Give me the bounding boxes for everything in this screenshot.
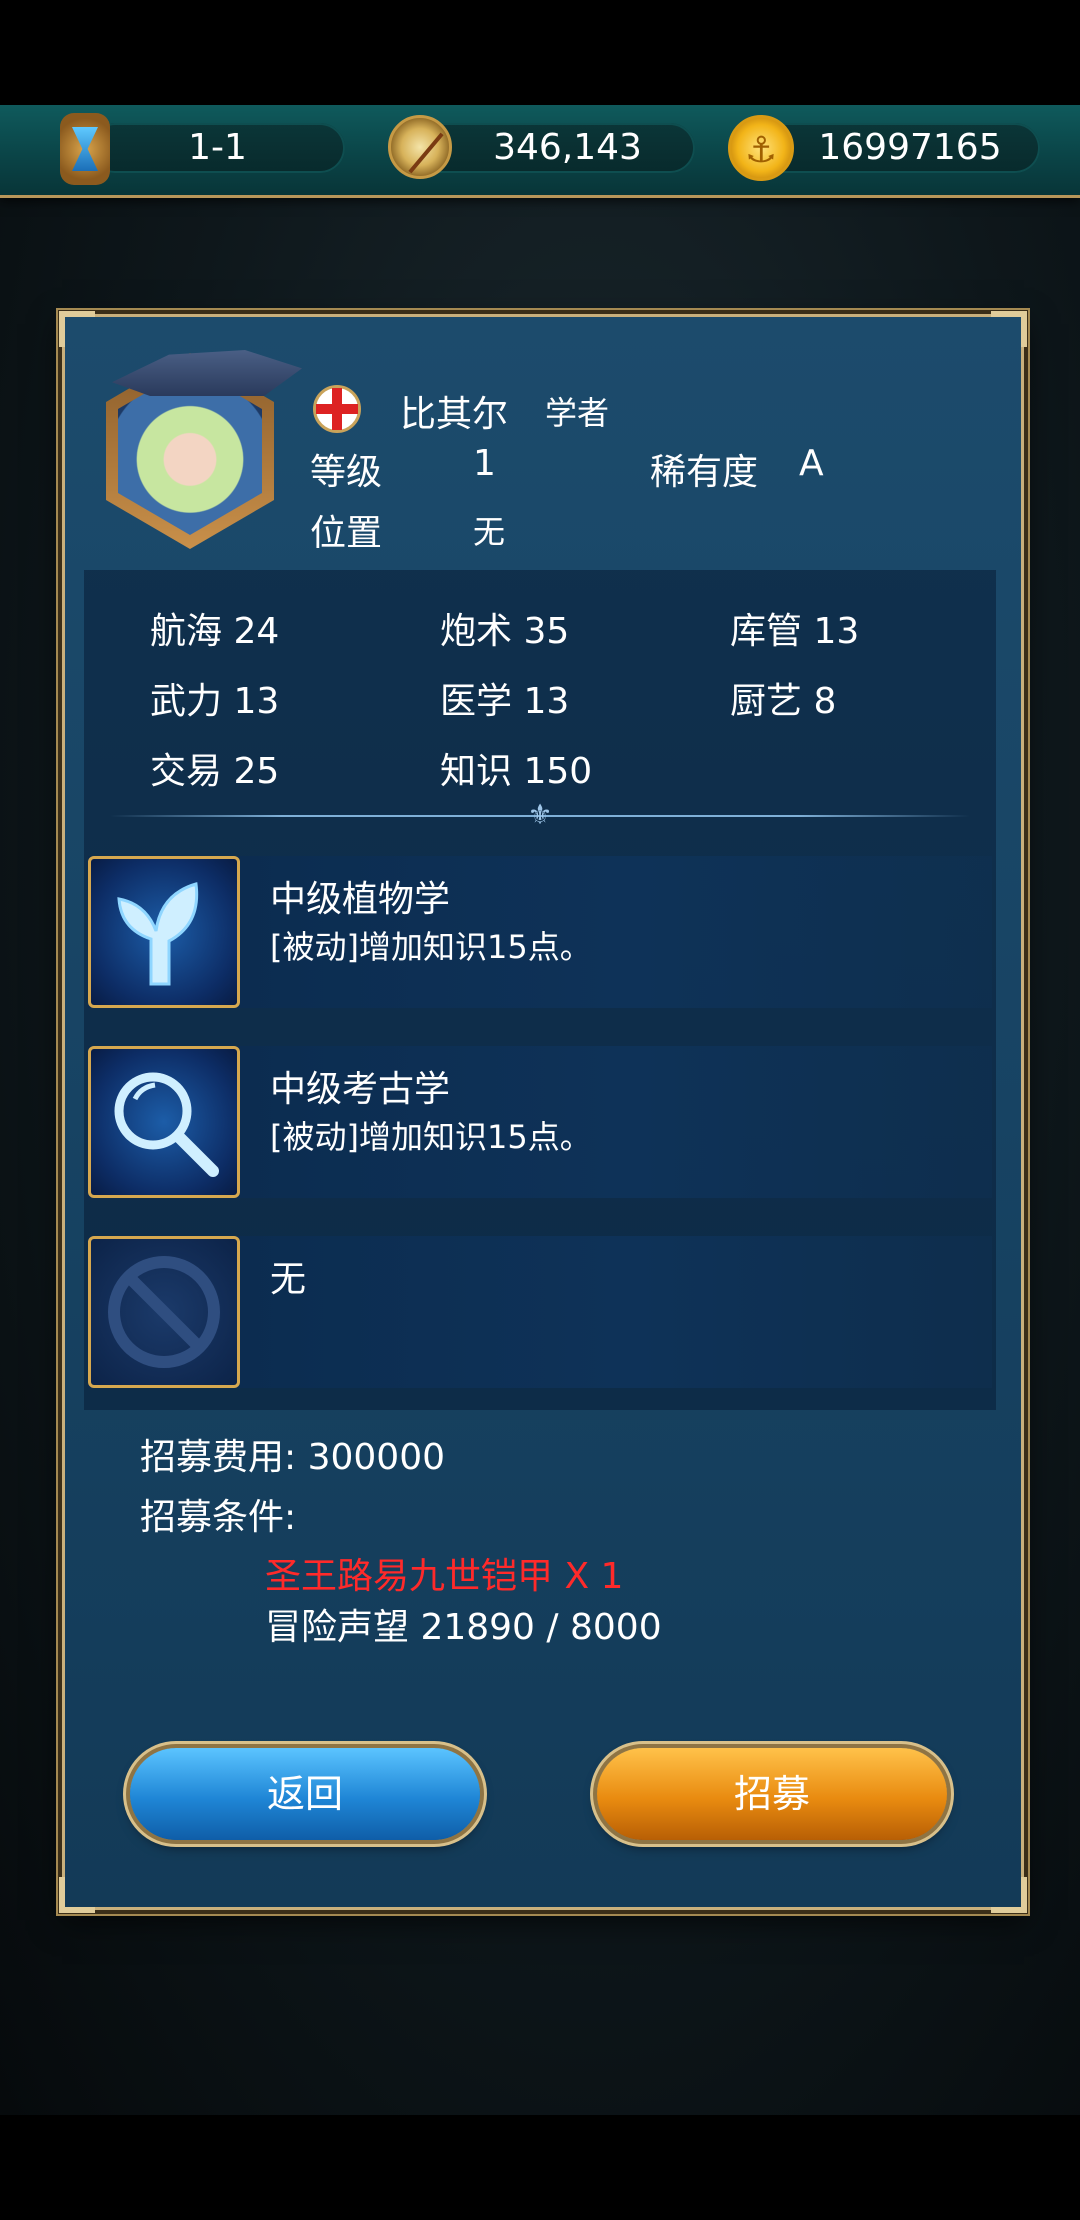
compass-icon xyxy=(388,115,452,179)
gold-value: 16997165 xyxy=(818,127,1002,168)
prohibited-icon xyxy=(88,1236,240,1388)
skill-row[interactable]: 中级植物学 [被动]增加知识15点。 xyxy=(88,856,992,1008)
england-flag-icon xyxy=(313,385,361,433)
stat-item: 库管 13 xyxy=(730,611,860,652)
skill-row[interactable]: 无 xyxy=(88,1236,992,1388)
back-button[interactable]: 返回 xyxy=(130,1748,480,1840)
panel-corner xyxy=(991,1877,1027,1913)
skill-description: [被动]增加知识15点。 xyxy=(270,928,592,966)
recruit-cost: 招募费用: 300000 xyxy=(140,1437,445,1478)
level-label: 等级 xyxy=(310,452,383,493)
stage-display: 1-1 xyxy=(90,123,345,173)
rarity-value: A xyxy=(799,443,824,484)
skill-name: 无 xyxy=(270,1259,307,1300)
gold-coin-icon: ⚓ xyxy=(728,115,794,181)
stat-item: 炮术 35 xyxy=(440,611,570,652)
plant-icon xyxy=(88,856,240,1008)
stat-item: 医学 13 xyxy=(440,681,570,722)
level-value: 1 xyxy=(473,443,496,484)
recruit-condition-reputation: 冒险声望 21890 / 8000 xyxy=(265,1607,662,1648)
hourglass-icon xyxy=(60,113,110,185)
panel-corner xyxy=(991,311,1027,347)
magnifier-icon xyxy=(88,1046,240,1198)
stat-item: 厨艺 8 xyxy=(730,681,837,722)
panel-corner xyxy=(59,1877,95,1913)
position-value: 无 xyxy=(473,513,506,551)
recruit-conditions-label: 招募条件: xyxy=(140,1497,297,1538)
resource-bar: 1-1 346,143 16997165 ⚓ xyxy=(0,105,1080,198)
skill-name: 中级植物学 xyxy=(270,879,451,920)
stat-item: 武力 13 xyxy=(150,681,280,722)
panel-corner xyxy=(59,311,95,347)
compass-value: 346,143 xyxy=(493,127,642,168)
skill-name: 中级考古学 xyxy=(270,1069,451,1110)
skill-row[interactable]: 中级考古学 [被动]增加知识15点。 xyxy=(88,1046,992,1198)
stat-item: 知识 150 xyxy=(440,751,593,792)
character-title: 学者 xyxy=(545,394,610,432)
divider-ornament-icon: ⚜ xyxy=(527,798,553,831)
stage-value: 1-1 xyxy=(188,127,247,168)
skill-description: [被动]增加知识15点。 xyxy=(270,1118,592,1156)
character-name: 比其尔 xyxy=(400,394,509,435)
position-label: 位置 xyxy=(310,513,383,554)
recruit-button[interactable]: 招募 xyxy=(597,1748,947,1840)
recruit-condition-item: 圣王路易九世铠甲 X 1 xyxy=(265,1556,624,1597)
stat-item: 航海 24 xyxy=(150,611,280,652)
stat-item: 交易 25 xyxy=(150,751,280,792)
rarity-label: 稀有度 xyxy=(650,452,759,493)
compass-resource: 346,143 xyxy=(410,123,695,173)
